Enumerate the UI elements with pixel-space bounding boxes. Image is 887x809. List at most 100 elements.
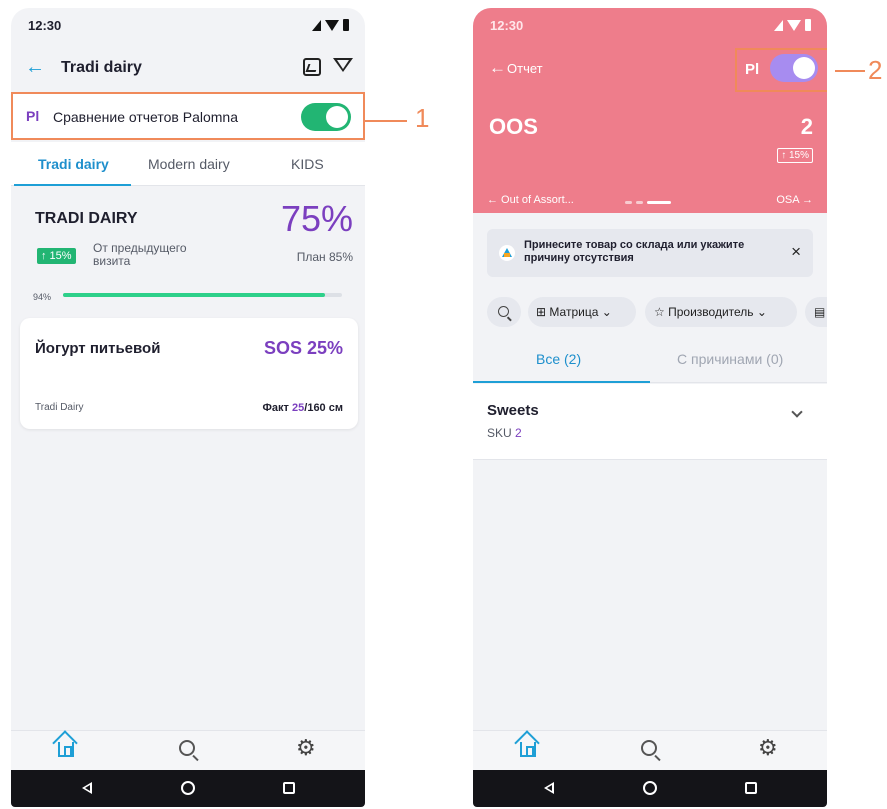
callout-number-1: 1 (415, 103, 430, 133)
battery-icon (343, 19, 349, 31)
hint-banner: Принесите товар со склада или укажите пр… (487, 229, 813, 277)
back-arrow-icon[interactable]: ← (25, 56, 45, 79)
home-icon[interactable] (58, 742, 74, 757)
category-summary: TRADI DAIRY 75% ↑ 15% От предыдущего виз… (11, 186, 365, 310)
gallery-icon[interactable] (303, 58, 321, 76)
system-back-icon[interactable] (544, 782, 554, 794)
search-chip[interactable] (487, 297, 521, 327)
filter-chips: ⊞ Матрица ⌄ ☆ Производитель ⌄ ▤ (487, 297, 827, 327)
compare-reports-toggle[interactable] (770, 54, 818, 82)
system-recents-icon[interactable] (283, 782, 295, 794)
plan-label: План 85% (296, 250, 353, 264)
sos-value: SOS 25% (263, 338, 343, 358)
metric-name: OOS (489, 114, 538, 139)
calendar-icon: ▤ (814, 305, 826, 319)
system-home-icon[interactable] (643, 781, 657, 795)
system-home-icon[interactable] (181, 781, 195, 795)
product-card[interactable]: Йогурт питьевой SOS 25% Tradi Dairy Факт… (20, 318, 358, 429)
change-badge: ↑ 15% (37, 248, 76, 264)
bottom-nav: ⚙ (11, 730, 365, 770)
sku-label: SKU (487, 426, 512, 440)
reason-tabs: Все (2) С причинами (0) (473, 335, 827, 383)
signal-icon (774, 19, 783, 31)
comparison-figure: 12:30 ← Tradi dairy Pl Сравнение отчетов… (0, 0, 887, 809)
progress-label: 94% (33, 292, 52, 302)
category-tabs: Tradi dairy Modern dairy KIDS (11, 142, 365, 186)
fact-label: Факт (262, 402, 289, 414)
battery-icon (805, 19, 811, 31)
next-metric-link[interactable]: OSA → (776, 194, 813, 206)
category-name: TRADI DAIRY (35, 210, 138, 227)
back-arrow-icon[interactable]: ← (489, 58, 506, 78)
phone-right: 12:30 ← Отчет Pl OOS 2 ↑ 15% ← Out of As… (473, 8, 827, 807)
maker-filter-label: Производитель (668, 305, 754, 319)
report-hero: 12:30 ← Отчет Pl OOS 2 ↑ 15% ← Out of As… (473, 8, 827, 213)
status-icons (312, 19, 349, 31)
callout-number-2: 2 (868, 55, 883, 85)
palomna-logo-icon: Pl (745, 61, 760, 78)
compare-reports-label: Сравнение отчетов Palomna (53, 109, 238, 125)
carousel-dots (625, 201, 671, 204)
metric-value: 2 (800, 114, 813, 139)
app-logo-icon (499, 245, 515, 261)
sku-count: 2 (515, 426, 522, 440)
system-nav (473, 770, 827, 807)
tab-kids[interactable]: KIDS (291, 156, 324, 172)
report-content: Принесите товар со склада или укажите пр… (473, 213, 827, 730)
system-back-icon[interactable] (82, 782, 92, 794)
carousel-dot (636, 201, 643, 204)
app-header: ← Tradi dairy (11, 42, 365, 92)
matrix-filter-label: Матрица (549, 305, 599, 319)
wifi-icon (787, 19, 801, 31)
back-label[interactable]: Отчет (507, 61, 543, 76)
progress-fill (63, 293, 326, 297)
status-time: 12:30 (490, 17, 524, 33)
callout-line-2 (835, 70, 865, 72)
home-icon[interactable] (520, 742, 536, 757)
category-percent: 75% (280, 198, 353, 239)
carousel-dot (625, 201, 632, 204)
system-nav (11, 770, 365, 807)
change-label: От предыдущего визита (93, 241, 187, 268)
signal-icon (312, 19, 321, 31)
callout-line-1 (365, 120, 407, 122)
prev-metric-link[interactable]: ← Out of Assort... (487, 194, 574, 206)
gear-icon[interactable]: ⚙ (296, 737, 316, 759)
group-title: Sweets (487, 402, 539, 419)
compare-reports-row: Pl Сравнение отчетов Palomna (11, 92, 365, 140)
maker-filter-chip[interactable]: ☆ Производитель ⌄ (645, 297, 797, 327)
tab-modern-dairy[interactable]: Modern dairy (148, 156, 230, 172)
filter-icon[interactable] (333, 58, 353, 72)
status-icons (774, 19, 811, 31)
bottom-nav: ⚙ (473, 730, 827, 770)
page-title: Tradi dairy (61, 59, 142, 76)
close-icon[interactable]: × (791, 242, 801, 262)
fact-value: Факт 25/160 см (263, 402, 343, 414)
brand-name: Tradi Dairy (35, 402, 84, 413)
fact-total: /160 см (304, 402, 343, 414)
status-time: 12:30 (28, 17, 62, 33)
chevron-down-icon[interactable] (791, 406, 803, 418)
metric-change-badge: ↑ 15% (777, 148, 813, 163)
carousel-dot-active (647, 201, 671, 204)
grid-icon: ⊞ (536, 305, 547, 319)
gear-icon[interactable]: ⚙ (758, 737, 778, 759)
tab-all[interactable]: Все (2) (536, 351, 581, 367)
status-bar: 12:30 (11, 8, 365, 42)
search-icon[interactable] (179, 740, 195, 756)
chevron-down-icon: ⌄ (756, 305, 767, 319)
search-icon (498, 306, 509, 317)
matrix-filter-chip[interactable]: ⊞ Матрица ⌄ (528, 297, 636, 327)
phone-left: 12:30 ← Tradi dairy Pl Сравнение отчетов… (11, 8, 365, 807)
status-bar: 12:30 (473, 8, 827, 42)
search-icon[interactable] (641, 740, 657, 756)
group-sku: SKU 2 (487, 426, 522, 440)
calendar-filter-chip[interactable]: ▤ (805, 297, 827, 327)
tab-tradi-dairy[interactable]: Tradi dairy (38, 156, 109, 172)
system-recents-icon[interactable] (745, 782, 757, 794)
product-name: Йогурт питьевой (35, 340, 161, 357)
product-group-row[interactable]: Sweets SKU 2 (473, 384, 827, 460)
tab-with-reasons[interactable]: С причинами (0) (677, 351, 783, 367)
compare-reports-toggle[interactable] (301, 103, 351, 131)
chevron-down-icon: ⌄ (601, 305, 612, 319)
